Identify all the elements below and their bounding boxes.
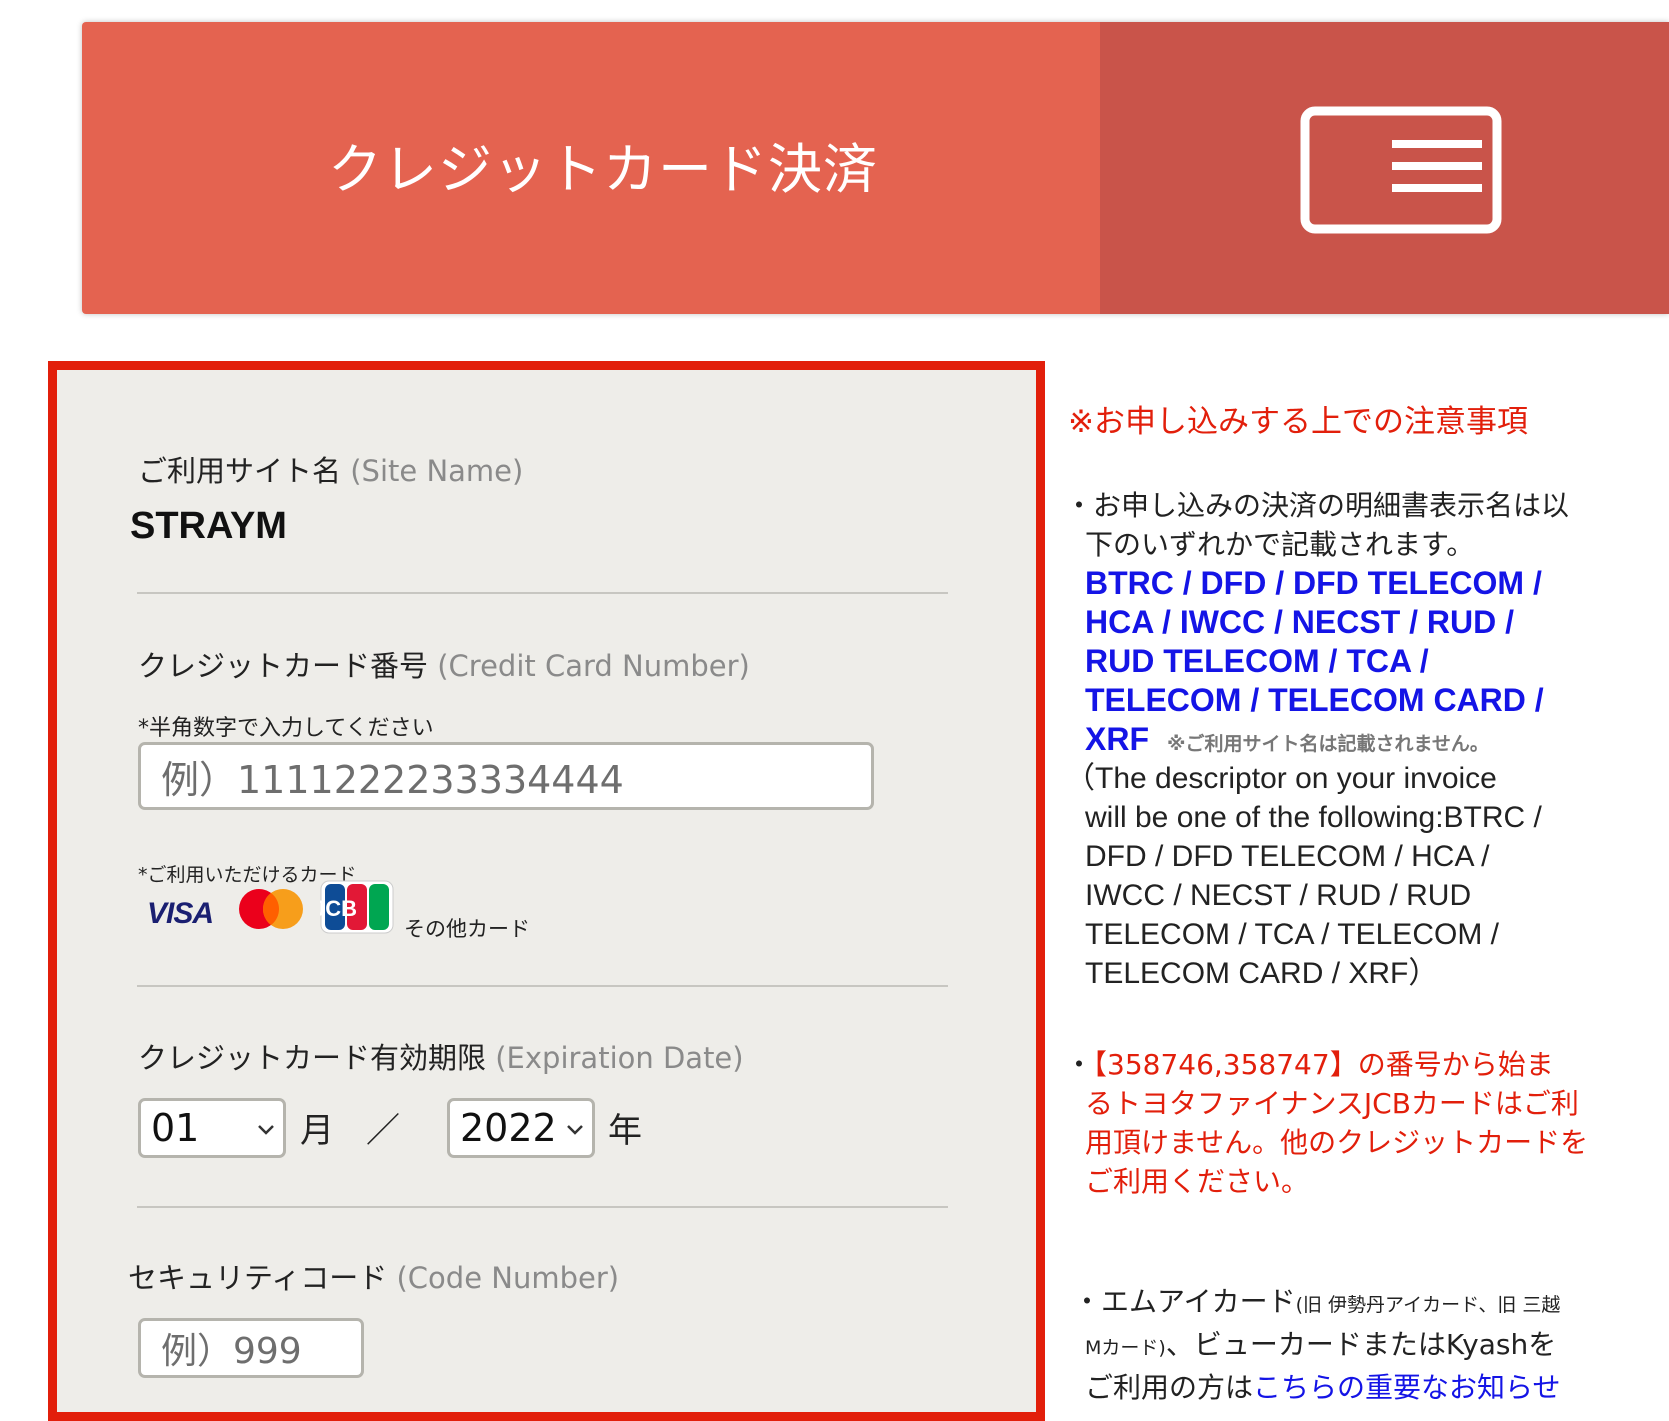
divider [137, 985, 948, 987]
notice-warning-text: ・【358746,358747】の番号から始ま [1065, 1048, 1554, 1081]
notice-text: ・エムアイカード(旧 伊勢丹アイカード、旧 三越 [1073, 1285, 1561, 1318]
divider [137, 592, 948, 594]
descriptor-list: XRF [1085, 721, 1149, 757]
descriptor-list: HCA / IWCC / NECST / RUD / [1085, 604, 1515, 640]
jcb-letter-j: JCB [320, 896, 357, 921]
jcb-icon: JCB [320, 880, 394, 934]
chevron-down-icon [258, 1125, 274, 1135]
descriptor-list: RUD TELECOM / TCA / [1085, 643, 1429, 679]
date-separator: ／ [366, 1111, 400, 1151]
year-unit: 年 [608, 1111, 642, 1151]
descriptor-list: TELECOM / TELECOM CARD / [1085, 682, 1544, 718]
card-number-input[interactable]: 例）1111222233334444 [138, 742, 874, 810]
notice-warning-text: ご利用ください。 [1085, 1165, 1310, 1198]
visa-logo: VISA [147, 897, 214, 930]
credit-card-icon [1300, 106, 1502, 234]
page-title: クレジットカード決済 [328, 138, 878, 201]
chevron-down-icon [567, 1125, 583, 1135]
month-unit: 月 [300, 1111, 334, 1151]
descriptor-last-row: XRF ※ご利用サイト名は記載されません。 [1065, 720, 1625, 759]
notice-mi-card: ・エムアイカード(旧 伊勢丹アイカード、旧 三越 Mカード)、ビューカードまたは… [1065, 1282, 1625, 1407]
notice-text-en: TELECOM CARD / XRF） [1085, 957, 1439, 990]
notice-jcb-warning: ・【358746,358747】の番号から始ま るトヨタファイナンスJCBカード… [1065, 1045, 1625, 1201]
notice-text-en: TELECOM / TCA / TELECOM / [1085, 918, 1499, 951]
notice-text-en: IWCC / NECST / RUD / RUD [1085, 879, 1472, 912]
notice-text: ・お申し込みの決済の明細書表示名は以 [1065, 489, 1570, 522]
descriptor-list: BTRC / DFD / DFD TELECOM / [1085, 565, 1542, 601]
notice-warning-text: るトヨタファイナンスJCBカードはご利 [1085, 1087, 1579, 1120]
notice-warning-text: 用頂けません。他のクレジットカードを [1085, 1126, 1589, 1159]
notice-text: ご利用の方はこちらの重要なお知らせ [1085, 1371, 1561, 1404]
header-icon-area [1100, 22, 1669, 314]
notice-text: 下のいずれかで記載されます。 [1085, 528, 1475, 561]
expiry-year-select[interactable]: 2022 [447, 1098, 595, 1158]
page-header: クレジットカード決済 [82, 22, 1669, 314]
notice-descriptor-section: ・お申し込みの決済の明細書表示名は以 下のいずれかで記載されます。 BTRC /… [1065, 486, 1625, 993]
cvc-input[interactable]: 例）999 [138, 1318, 364, 1378]
expiry-label: クレジットカード有効期限 (Expiration Date) [138, 1041, 744, 1075]
divider [137, 1206, 948, 1208]
notice-text-en: will be one of the following:BTRC / [1085, 801, 1542, 834]
card-number-hint: *半角数字で入力してください [138, 716, 434, 741]
other-cards-label: その他カード [404, 917, 530, 941]
notice-text-en: （The descriptor on your invoice [1065, 762, 1497, 795]
notice-text: Mカード)、ビューカードまたはKyashを [1085, 1328, 1557, 1361]
site-name-note: ※ご利用サイト名は記載されません。 [1167, 733, 1489, 755]
expiry-year-value: 2022 [460, 1106, 557, 1150]
mastercard-icon [239, 889, 303, 929]
site-name-label: ご利用サイト名 (Site Name) [138, 454, 524, 488]
site-name-value: STRAYM [130, 505, 287, 547]
notice-title: ※お申し込みする上での注意事項 [1068, 404, 1528, 440]
expiry-month-value: 01 [151, 1106, 200, 1150]
card-number-label: クレジットカード番号 (Credit Card Number) [138, 649, 750, 683]
expiry-month-select[interactable]: 01 [138, 1098, 286, 1158]
notice-text-en: DFD / DFD TELECOM / HCA / [1085, 840, 1490, 873]
important-notice-link[interactable]: こちらの重要なお知らせ [1253, 1371, 1560, 1404]
cvc-label: セキュリティコード (Code Number) [128, 1261, 620, 1295]
